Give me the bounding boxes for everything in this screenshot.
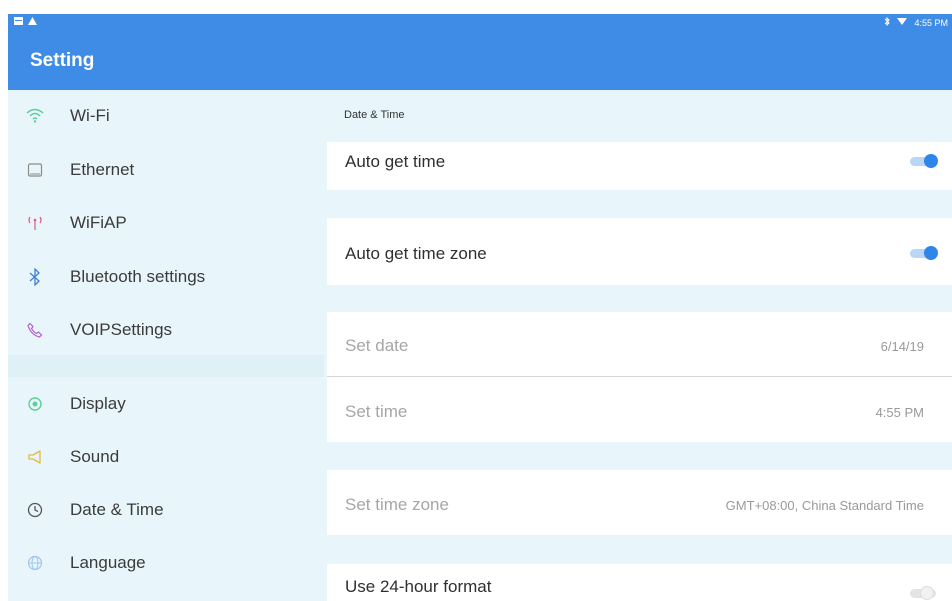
sidebar-item-sound[interactable]: Sound	[8, 437, 324, 477]
hotspot-icon	[24, 212, 46, 234]
auto-get-time-zone-toggle[interactable]	[910, 246, 938, 260]
sidebar-item-label: Display	[70, 394, 126, 413]
sidebar-item-bluetooth[interactable]: Bluetooth settings	[8, 257, 324, 297]
app-title: Setting	[30, 50, 95, 71]
status-time: 4:55 PM	[914, 17, 948, 28]
set-date-label: Set date	[345, 336, 409, 355]
warning-icon	[28, 17, 37, 27]
set-date-row[interactable]: Set date 6/14/19	[327, 312, 952, 376]
sidebar-item-wifi[interactable]: Wi-Fi	[8, 96, 324, 136]
app-bar: Setting	[8, 32, 952, 90]
use-24-hour-label: Use 24-hour format	[345, 577, 492, 596]
section-title: Date & Time	[344, 109, 405, 121]
date-time-panel: Date & Time Auto get time Auto get time …	[324, 90, 952, 601]
bluetooth-icon	[24, 266, 46, 288]
auto-get-time-zone-row[interactable]: Auto get time zone	[327, 218, 952, 285]
auto-get-time-zone-label: Auto get time zone	[345, 244, 487, 263]
sidebar-item-wifiap[interactable]: WiFiAP	[8, 203, 324, 243]
sidebar-item-label: Date & Time	[70, 500, 164, 519]
set-time-zone-value: GMT+08:00, China Standard Time	[725, 498, 924, 513]
sound-icon	[24, 446, 46, 468]
sidebar-item-display[interactable]: Display	[8, 384, 324, 424]
notification-icon	[14, 17, 23, 27]
bluetooth-icon	[884, 16, 891, 28]
phone-icon	[24, 319, 46, 341]
set-time-label: Set time	[345, 402, 408, 421]
set-time-zone-row[interactable]: Set time zone GMT+08:00, China Standard …	[327, 470, 952, 535]
sidebar-item-label: WiFiAP	[70, 213, 127, 232]
auto-get-time-label: Auto get time	[345, 152, 446, 171]
display-icon	[24, 393, 46, 415]
use-24-hour-toggle[interactable]	[910, 586, 938, 600]
auto-get-time-toggle[interactable]	[910, 154, 938, 168]
sidebar-item-label: Bluetooth settings	[70, 267, 206, 286]
sidebar-item-language[interactable]: Language	[8, 543, 324, 583]
sidebar-item-label: Sound	[70, 447, 120, 466]
sidebar-item-label: Wi-Fi	[70, 106, 110, 125]
use-24-hour-row[interactable]: Use 24-hour format	[327, 564, 952, 601]
set-time-zone-label: Set time zone	[345, 495, 449, 514]
sidebar-item-label: VOIPSettings	[70, 320, 173, 339]
sidebar-item-label: Ethernet	[70, 160, 135, 179]
wifi-icon	[897, 17, 908, 28]
set-time-value: 4:55 PM	[875, 405, 924, 420]
clock-icon	[24, 499, 46, 521]
sidebar-divider	[8, 355, 324, 377]
auto-get-time-row[interactable]: Auto get time	[327, 142, 952, 190]
ethernet-icon	[24, 159, 46, 181]
sidebar-item-label: Language	[70, 553, 146, 572]
set-time-row[interactable]: Set time 4:55 PM	[327, 377, 952, 442]
globe-icon	[24, 552, 46, 574]
sidebar-item-date-time[interactable]: Date & Time	[8, 490, 324, 530]
sidebar-item-ethernet[interactable]: Ethernet	[8, 150, 324, 190]
sidebar-item-voip[interactable]: VOIPSettings	[8, 310, 324, 350]
status-bar: 4:55 PM	[8, 14, 952, 32]
set-date-value: 6/14/19	[880, 339, 924, 354]
wifi-icon	[24, 105, 46, 127]
sidebar: Wi-Fi Ethernet WiFiAP Bluetooth settings…	[8, 90, 324, 601]
